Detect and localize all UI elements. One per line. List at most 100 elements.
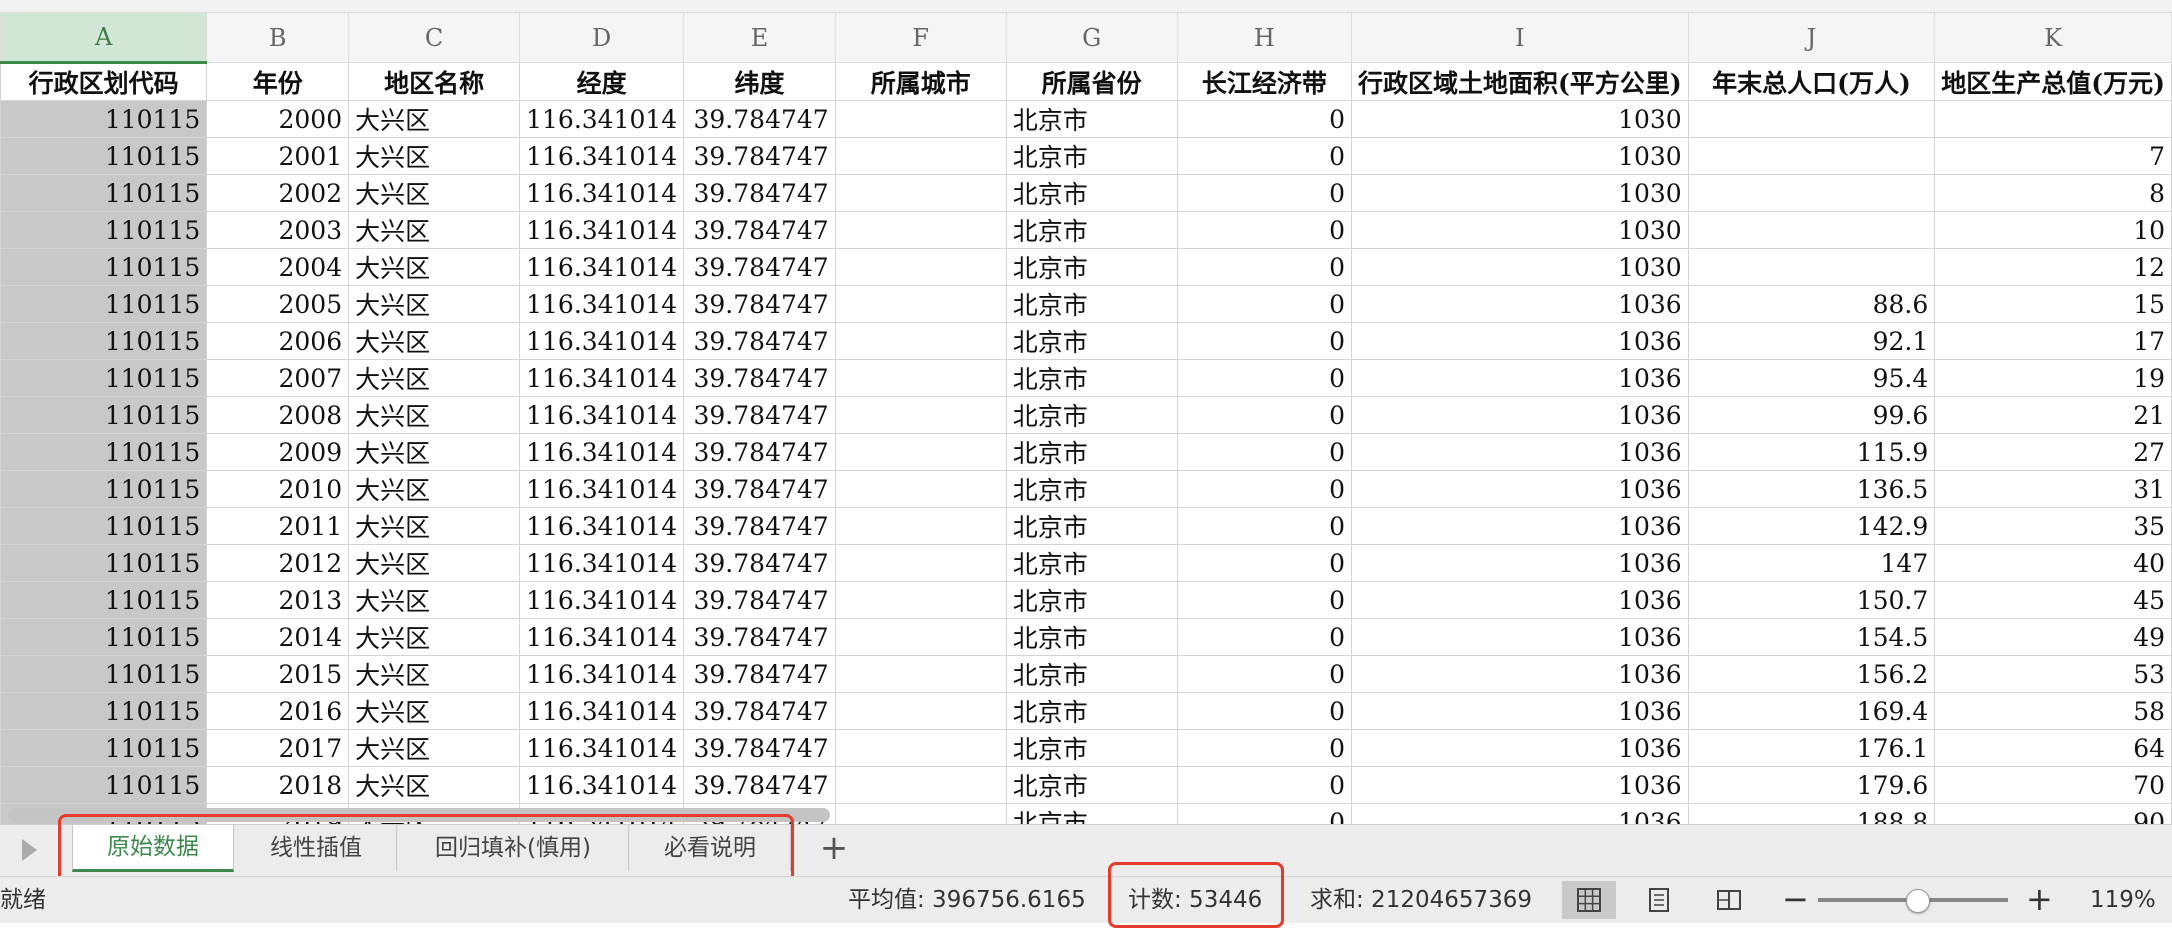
table-cell[interactable]: 1036 <box>1351 359 1689 397</box>
table-cell[interactable]: 39.784747 <box>683 248 836 286</box>
table-cell[interactable]: 116.341014 <box>519 433 685 471</box>
table-cell[interactable]: 110115 <box>0 396 208 434</box>
column-header-e[interactable]: E <box>683 12 836 63</box>
table-cell[interactable]: 110115 <box>0 655 208 693</box>
table-cell[interactable]: 21 <box>1934 396 2172 434</box>
table-cell[interactable]: 北京市 <box>1005 211 1178 249</box>
table-cell[interactable]: 39.784747 <box>683 692 836 730</box>
page-layout-view-icon[interactable] <box>1632 881 1686 919</box>
table-cell[interactable]: 1036 <box>1351 396 1689 434</box>
table-cell[interactable]: 110115 <box>0 507 208 545</box>
table-cell[interactable]: 95.4 <box>1687 359 1936 397</box>
table-cell[interactable]: 0 <box>1176 581 1353 619</box>
table-cell[interactable]: 136.5 <box>1687 470 1936 508</box>
table-cell[interactable] <box>834 248 1007 286</box>
table-cell[interactable]: 1036 <box>1351 433 1689 471</box>
table-cell[interactable]: 116.341014 <box>519 581 685 619</box>
table-cell[interactable]: 0 <box>1176 618 1353 656</box>
table-cell[interactable]: 39.784747 <box>683 729 836 767</box>
column-header-k[interactable]: K <box>1934 12 2172 63</box>
table-cell[interactable]: 17 <box>1934 322 2172 360</box>
table-cell[interactable]: 1036 <box>1351 581 1689 619</box>
table-cell[interactable]: 116.341014 <box>519 322 685 360</box>
table-cell[interactable]: 1036 <box>1351 803 1689 824</box>
field-header-cell[interactable]: 长江经济带 <box>1176 62 1353 101</box>
column-header-h[interactable]: H <box>1176 12 1353 63</box>
table-cell[interactable]: 0 <box>1176 692 1353 730</box>
table-cell[interactable]: 1030 <box>1351 211 1689 249</box>
table-cell[interactable]: 15 <box>1934 285 2172 323</box>
table-cell[interactable]: 110115 <box>0 100 208 138</box>
table-cell[interactable]: 北京市 <box>1005 174 1178 212</box>
table-cell[interactable]: 0 <box>1176 359 1353 397</box>
table-cell[interactable]: 2016 <box>206 692 350 730</box>
table-cell[interactable]: 88.6 <box>1687 285 1936 323</box>
table-cell[interactable]: 39.784747 <box>683 396 836 434</box>
table-cell[interactable] <box>834 803 1007 824</box>
field-header-cell[interactable]: 地区生产总值(万元) <box>1934 62 2172 101</box>
table-cell[interactable]: 0 <box>1176 322 1353 360</box>
table-cell[interactable]: 2017 <box>206 729 350 767</box>
table-cell[interactable]: 110115 <box>0 322 208 360</box>
table-cell[interactable] <box>834 211 1007 249</box>
table-cell[interactable]: 116.341014 <box>519 100 685 138</box>
table-cell[interactable]: 53 <box>1934 655 2172 693</box>
table-cell[interactable]: 39.784747 <box>683 581 836 619</box>
table-cell[interactable]: 115.9 <box>1687 433 1936 471</box>
table-cell[interactable]: 116.341014 <box>519 248 685 286</box>
table-cell[interactable]: 27 <box>1934 433 2172 471</box>
table-cell[interactable]: 188.8 <box>1687 803 1936 824</box>
table-cell[interactable] <box>1687 137 1936 175</box>
table-cell[interactable]: 1036 <box>1351 618 1689 656</box>
table-cell[interactable]: 0 <box>1176 174 1353 212</box>
table-cell[interactable]: 大兴区 <box>348 729 521 767</box>
field-header-cell[interactable]: 地区名称 <box>348 62 521 101</box>
table-cell[interactable]: 2008 <box>206 396 350 434</box>
table-cell[interactable]: 64 <box>1934 729 2172 767</box>
table-cell[interactable]: 35 <box>1934 507 2172 545</box>
table-cell[interactable]: 12 <box>1934 248 2172 286</box>
table-cell[interactable]: 2009 <box>206 433 350 471</box>
table-cell[interactable] <box>834 100 1007 138</box>
table-cell[interactable]: 北京市 <box>1005 322 1178 360</box>
table-cell[interactable]: 2018 <box>206 766 350 804</box>
table-cell[interactable]: 110115 <box>0 285 208 323</box>
field-header-cell[interactable]: 经度 <box>519 62 685 101</box>
table-cell[interactable]: 110115 <box>0 137 208 175</box>
table-cell[interactable]: 0 <box>1176 137 1353 175</box>
table-cell[interactable] <box>834 137 1007 175</box>
table-cell[interactable]: 北京市 <box>1005 248 1178 286</box>
table-cell[interactable]: 北京市 <box>1005 655 1178 693</box>
page-break-view-icon[interactable] <box>1702 881 1756 919</box>
table-cell[interactable]: 169.4 <box>1687 692 1936 730</box>
field-header-cell[interactable]: 年份 <box>206 62 350 101</box>
table-cell[interactable]: 49 <box>1934 618 2172 656</box>
table-cell[interactable]: 116.341014 <box>519 618 685 656</box>
table-cell[interactable]: 大兴区 <box>348 470 521 508</box>
horizontal-scrollbar[interactable] <box>8 808 830 822</box>
table-cell[interactable]: 0 <box>1176 248 1353 286</box>
field-header-cell[interactable]: 所属城市 <box>834 62 1007 101</box>
table-cell[interactable] <box>834 692 1007 730</box>
table-cell[interactable]: 0 <box>1176 396 1353 434</box>
table-cell[interactable]: 110115 <box>0 618 208 656</box>
table-cell[interactable]: 39.784747 <box>683 359 836 397</box>
table-cell[interactable]: 39.784747 <box>683 507 836 545</box>
table-cell[interactable]: 1036 <box>1351 655 1689 693</box>
table-cell[interactable]: 2011 <box>206 507 350 545</box>
table-cell[interactable]: 116.341014 <box>519 285 685 323</box>
table-cell[interactable]: 2010 <box>206 470 350 508</box>
table-cell[interactable]: 2002 <box>206 174 350 212</box>
table-cell[interactable] <box>834 729 1007 767</box>
table-cell[interactable]: 116.341014 <box>519 544 685 582</box>
table-cell[interactable]: 北京市 <box>1005 581 1178 619</box>
table-cell[interactable]: 2007 <box>206 359 350 397</box>
table-cell[interactable]: 2004 <box>206 248 350 286</box>
table-cell[interactable]: 2005 <box>206 285 350 323</box>
table-cell[interactable]: 北京市 <box>1005 433 1178 471</box>
table-cell[interactable]: 1030 <box>1351 137 1689 175</box>
table-cell[interactable]: 北京市 <box>1005 285 1178 323</box>
table-cell[interactable] <box>834 655 1007 693</box>
table-cell[interactable]: 北京市 <box>1005 359 1178 397</box>
table-cell[interactable]: 116.341014 <box>519 137 685 175</box>
